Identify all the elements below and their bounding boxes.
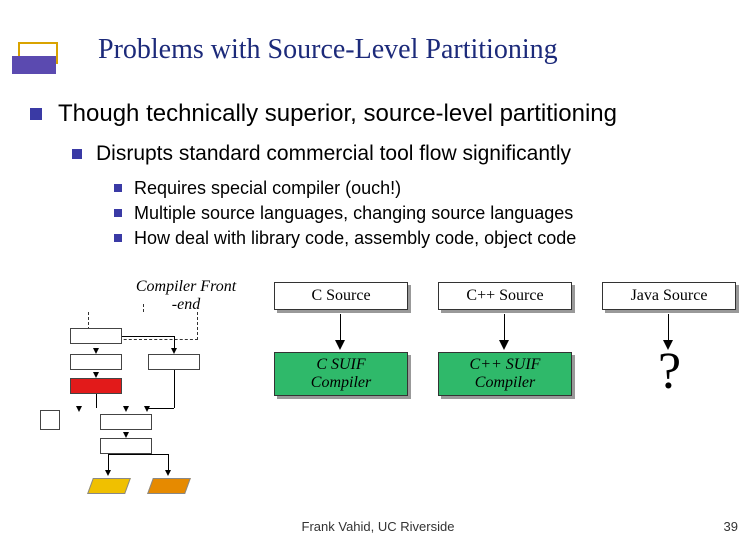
mini-box [70, 354, 122, 370]
connector [174, 336, 175, 348]
cpp-source-box: C++ Source [438, 282, 572, 310]
page-number: 39 [724, 519, 738, 534]
arrow-down-icon [123, 406, 129, 412]
mini-box [148, 354, 200, 370]
output-shape-orange [147, 478, 191, 494]
bullet-level1: Though technically superior, source-leve… [30, 100, 736, 128]
connector [108, 454, 109, 470]
mini-box [100, 438, 152, 454]
connector [96, 394, 97, 408]
mini-box-highlight [70, 378, 122, 394]
arrow-down-icon [123, 432, 129, 438]
arrow-down-icon [171, 348, 177, 354]
connector [147, 408, 174, 409]
arrow-down-icon [76, 406, 82, 412]
java-source-box: Java Source [602, 282, 736, 310]
arrow-down-icon [499, 340, 509, 350]
bullet-level2: Disrupts standard commercial tool flow s… [50, 142, 736, 166]
question-mark: ? [658, 342, 681, 401]
connector [168, 454, 169, 470]
output-shape-yellow [87, 478, 131, 494]
mini-box [100, 414, 152, 430]
cpp-suif-compiler-box: C++ SUIF Compiler [438, 352, 572, 396]
diagram-area: Compiler Front -end C Source C++ Source … [40, 278, 740, 498]
mini-box [70, 328, 122, 344]
title-ornament [12, 42, 64, 78]
footer-credit: Frank Vahid, UC Riverside [0, 519, 756, 534]
bullet-level3: How deal with library code, assembly cod… [70, 228, 736, 249]
c-source-box: C Source [274, 282, 408, 310]
connector [122, 336, 174, 337]
compiler-front-end-label: Compiler Front -end [116, 278, 256, 313]
arrow-down-icon [335, 340, 345, 350]
slide-title: Problems with Source-Level Partitioning [98, 34, 558, 66]
arrow-down-icon [165, 470, 171, 476]
arrow-down-icon [93, 372, 99, 378]
bullet-level3: Requires special compiler (ouch!) [70, 178, 736, 199]
dashed-nub [143, 304, 144, 312]
arrow-line [668, 314, 669, 342]
arrow-line [340, 314, 341, 342]
c-suif-compiler-box: C SUIF Compiler [274, 352, 408, 396]
arrow-down-icon [144, 406, 150, 412]
content-area: Though technically superior, source-leve… [30, 100, 736, 253]
connector [108, 454, 168, 455]
mini-box [40, 410, 60, 430]
bullet-level3: Multiple source languages, changing sour… [70, 203, 736, 224]
connector [174, 370, 175, 408]
arrow-line [504, 314, 505, 342]
arrow-down-icon [105, 470, 111, 476]
